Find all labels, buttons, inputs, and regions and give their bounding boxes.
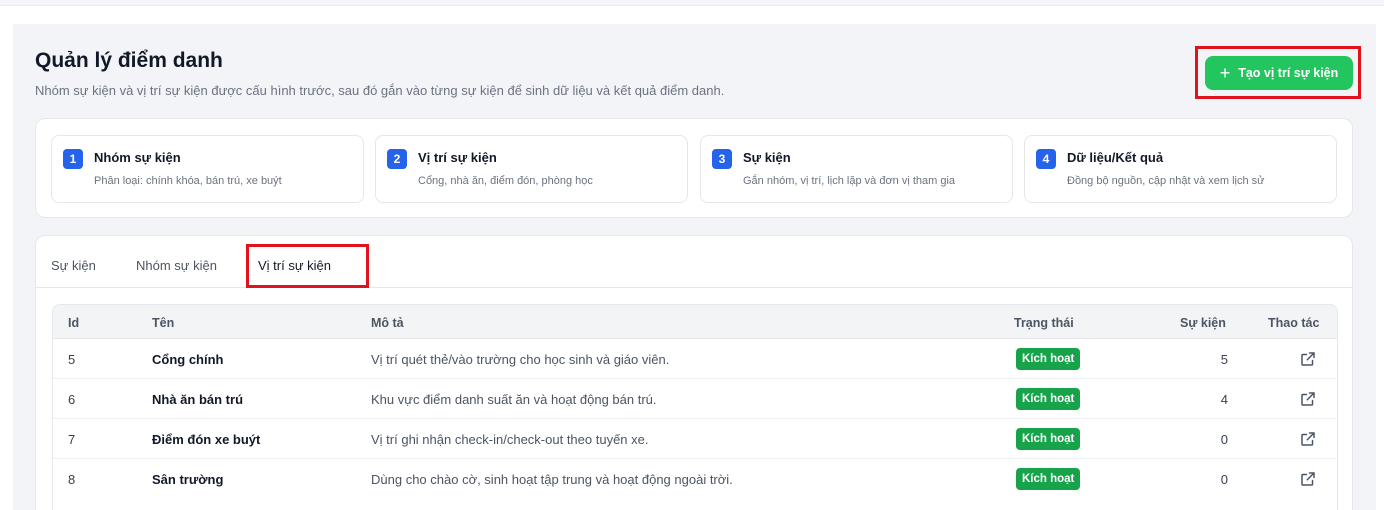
- step-card-4: 4 Dữ liệu/Kết quả Đồng bộ nguồn, cập nhậ…: [1024, 135, 1337, 203]
- status-badge: Kích hoạt: [1016, 428, 1081, 450]
- step-number: 4: [1036, 149, 1056, 169]
- page-container: Quản lý điểm danh Nhóm sự kiện và vị trí…: [13, 24, 1376, 510]
- status-badge: Kích hoạt: [1016, 348, 1081, 370]
- plus-icon: +: [1219, 63, 1231, 83]
- table-row[interactable]: 5 Cổng chính Vị trí quét thẻ/vào trường …: [53, 339, 1337, 379]
- step-title: Dữ liệu/Kết quả: [1067, 150, 1164, 165]
- row-description: Vị trí quét thẻ/vào trường cho học sinh …: [371, 352, 670, 367]
- step-title: Sự kiện: [743, 150, 791, 165]
- column-header-actions: Thao tác: [1268, 316, 1320, 330]
- table-row[interactable]: 6 Nhà ăn bán trú Khu vực điểm danh suất …: [53, 379, 1337, 419]
- page-title: Quản lý điểm danh: [35, 49, 223, 72]
- row-name: Cổng chính: [152, 352, 224, 367]
- step-card-2: 2 Vị trí sự kiện Cổng, nhà ăn, điểm đón,…: [375, 135, 688, 203]
- page-subtitle: Nhóm sự kiện và vị trí sự kiện được cấu …: [35, 83, 725, 98]
- external-link-icon[interactable]: [1299, 470, 1317, 488]
- step-card-1: 1 Nhóm sự kiện Phân loại: chính khóa, bá…: [51, 135, 364, 203]
- tab-event-locations[interactable]: Vị trí sự kiện: [258, 258, 331, 273]
- row-id: 8: [68, 472, 76, 487]
- table-header: Id Tên Mô tả Trạng thái Sự kiện Thao tác: [53, 305, 1337, 339]
- workflow-steps-card: 1 Nhóm sự kiện Phân loại: chính khóa, bá…: [35, 118, 1353, 218]
- create-location-button-label: Tạo vị trí sự kiện: [1238, 66, 1339, 80]
- row-event-count: 0: [1220, 472, 1228, 487]
- top-bar: [0, 0, 1384, 6]
- create-location-button[interactable]: + Tạo vị trí sự kiện: [1205, 56, 1353, 90]
- tab-event-groups[interactable]: Nhóm sự kiện: [136, 258, 217, 273]
- column-header-id[interactable]: Id: [68, 316, 79, 330]
- column-header-name[interactable]: Tên: [152, 316, 174, 330]
- external-link-icon[interactable]: [1299, 430, 1317, 448]
- step-card-3: 3 Sự kiện Gắn nhóm, vị trí, lịch lặp và …: [700, 135, 1013, 203]
- row-id: 5: [68, 352, 76, 367]
- row-event-count: 0: [1220, 432, 1228, 447]
- row-id: 6: [68, 392, 76, 407]
- row-id: 7: [68, 432, 76, 447]
- row-event-count: 4: [1220, 392, 1228, 407]
- row-event-count: 5: [1220, 352, 1228, 367]
- column-header-events[interactable]: Sự kiện: [1180, 316, 1226, 330]
- step-title: Nhóm sự kiện: [94, 150, 181, 165]
- column-header-status[interactable]: Trạng thái: [1014, 316, 1074, 330]
- locations-table: Id Tên Mô tả Trạng thái Sự kiện Thao tác…: [52, 304, 1338, 510]
- row-name: Sân trường: [152, 472, 224, 487]
- column-header-description[interactable]: Mô tả: [371, 316, 404, 330]
- step-number: 3: [712, 149, 732, 169]
- step-description: Cổng, nhà ăn, điểm đón, phòng học: [418, 175, 593, 187]
- row-description: Vị trí ghi nhận check-in/check-out theo …: [371, 432, 649, 447]
- step-description: Phân loại: chính khóa, bán trú, xe buýt: [94, 175, 282, 187]
- external-link-icon[interactable]: [1299, 350, 1317, 368]
- step-description: Đồng bộ nguồn, cập nhật và xem lịch sử: [1067, 175, 1265, 187]
- row-name: Nhà ăn bán trú: [152, 392, 244, 407]
- row-description: Khu vực điểm danh suất ăn và hoạt động b…: [371, 392, 657, 407]
- step-title: Vị trí sự kiện: [418, 150, 497, 165]
- table-row[interactable]: 7 Điểm đón xe buýt Vị trí ghi nhận check…: [53, 419, 1337, 459]
- status-badge: Kích hoạt: [1016, 468, 1081, 490]
- step-number: 2: [387, 149, 407, 169]
- tab-events[interactable]: Sự kiện: [51, 258, 96, 273]
- table-row[interactable]: 8 Sân trường Dùng cho chào cờ, sinh hoạt…: [53, 459, 1337, 499]
- step-number: 1: [63, 149, 83, 169]
- external-link-icon[interactable]: [1299, 390, 1317, 408]
- status-badge: Kích hoạt: [1016, 388, 1081, 410]
- locations-card: Sự kiện Nhóm sự kiện Vị trí sự kiện Id T…: [35, 235, 1353, 510]
- tab-bar: Sự kiện Nhóm sự kiện Vị trí sự kiện: [36, 236, 1352, 288]
- step-description: Gắn nhóm, vị trí, lịch lặp và đơn vị tha…: [743, 175, 956, 187]
- row-description: Dùng cho chào cờ, sinh hoạt tập trung và…: [371, 472, 733, 487]
- row-name: Điểm đón xe buýt: [152, 432, 261, 447]
